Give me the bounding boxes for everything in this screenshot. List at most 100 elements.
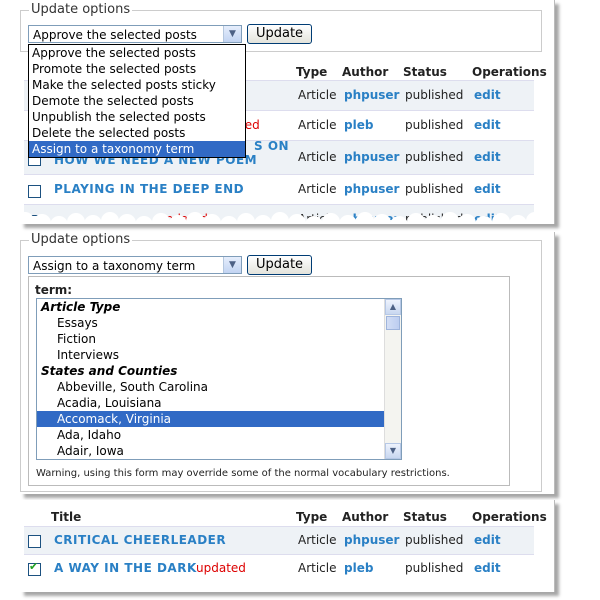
torn-scallop [543,214,554,224]
torn-scallop [424,215,442,224]
edit-link[interactable]: edit [474,182,501,196]
post-author-link[interactable]: phpuser [344,182,399,196]
col-operations-header: Operations [472,65,547,79]
term-label: term: [35,283,73,297]
panel-middle: Update options Assign to a taxonomy term… [20,232,555,494]
dropdown-option[interactable]: Demote the selected posts [29,93,245,109]
torn-scallop [390,216,408,224]
post-author-link[interactable]: phpuser [344,88,399,102]
torn-scallop [271,212,289,224]
operation-select-value: Approve the selected posts [33,28,197,42]
chevron-down-icon[interactable]: ▼ [223,26,241,42]
panel-bottom: Title Type Author Status Operations CRIT… [20,500,555,592]
term-option[interactable]: Accomack, Virginia [37,411,384,427]
torn-scallop [373,214,391,224]
term-option[interactable]: Essays [37,315,401,331]
dropdown-option[interactable]: Make the selected posts sticky [29,77,245,93]
term-option[interactable]: Fiction [37,331,401,347]
term-group-label: Article Type [41,300,121,314]
edit-link[interactable]: edit [474,533,501,547]
dropdown-option[interactable]: Approve the selected posts [29,45,245,61]
torn-scallop [475,216,493,224]
term-option[interactable]: Adair, Iowa [37,443,401,459]
torn-scallop [492,213,510,224]
term-option[interactable]: Interviews [37,347,401,363]
torn-scallop [271,582,289,592]
post-title-link[interactable]: PLAYING IN THE DEEP END [54,182,244,196]
torn-scallop [543,584,554,592]
update-options-legend-2: Update options [29,232,133,247]
torn-scallop [254,215,272,224]
torn-scallop [339,215,357,224]
torn-scallop [424,585,442,592]
chevron-down-icon[interactable]: ▼ [223,257,241,273]
torn-scallop [203,214,221,224]
operation-select-value-2: Assign to a taxonomy term [33,259,196,273]
dropdown-option[interactable]: Promote the selected posts [29,61,245,77]
term-option[interactable]: Abbeville, South Carolina [37,379,401,395]
edit-link[interactable]: edit [474,118,501,132]
torn-scallop [254,585,272,592]
torn-scallop [101,212,119,224]
torn-scallop [220,216,238,224]
edit-link[interactable]: edit [474,88,501,102]
post-author-link[interactable]: pleb [344,561,373,575]
update-button[interactable]: Update [247,24,312,44]
dropdown-option[interactable]: Delete the selected posts [29,125,245,141]
col-author-header-3: Author [342,510,389,524]
scroll-down-icon[interactable]: ▼ [385,443,401,459]
post-title-link[interactable]: S ON [254,139,289,153]
col-title-header: Title [51,510,82,524]
post-title-link[interactable]: A WAY IN THE DARK [54,561,197,575]
update-options-legend: Update options [29,2,133,17]
term-listbox[interactable]: Article Type Essays Fiction Interviews State… [36,298,402,460]
operation-select[interactable]: Approve the selected posts ▼ [28,25,242,43]
edit-link[interactable]: edit [474,561,501,575]
torn-scallop [288,584,306,592]
torn-scallop [50,216,68,224]
torn-scallop [84,585,102,592]
scroll-thumb[interactable] [386,316,400,330]
edit-link[interactable]: edit [474,150,501,164]
torn-scallop [152,213,170,224]
torn-scallop [356,582,374,592]
dropdown-option[interactable]: Unpublish the selected posts [29,109,245,125]
torn-edge-bottom [20,582,554,592]
post-type: Article [298,561,337,575]
post-status: published [405,88,464,102]
torn-scallop [118,214,136,224]
dropdown-option[interactable]: Assign to a taxonomy term [29,141,245,157]
torn-scallop [152,583,170,592]
post-author-link[interactable]: phpuser [344,150,399,164]
listbox-scrollbar[interactable]: ▲ ▼ [384,299,401,459]
post-author-link[interactable]: pleb [344,118,373,132]
torn-scallop [118,584,136,592]
operation-select-2[interactable]: Assign to a taxonomy term ▼ [28,256,242,274]
torn-scallop [33,584,51,592]
torn-scallop [458,214,476,224]
post-status: published [405,150,464,164]
scroll-up-icon[interactable]: ▲ [385,299,401,315]
torn-scallop [407,583,425,592]
term-option[interactable]: Ada, Idaho [37,427,401,443]
post-author-link[interactable]: phpuser [344,533,399,547]
torn-edge [20,212,554,224]
row-checkbox[interactable] [28,560,41,576]
term-group-label: States and Counties [41,364,178,378]
post-status: published [405,118,464,132]
torn-scallop [186,212,204,224]
post-status: published [405,182,464,196]
torn-scallop [322,213,340,224]
row-checkbox[interactable] [28,535,41,548]
torn-scallop [390,586,408,592]
torn-scallop [220,586,238,592]
post-title-link[interactable]: CRITICAL CHEERLEADER [54,533,226,547]
term-option[interactable]: Acadia, Louisiana [37,395,401,411]
row-checkbox[interactable] [28,185,41,198]
col-type-header-3: Type [296,510,328,524]
torn-scallop [475,586,493,592]
post-type: Article [298,533,337,547]
update-button-2[interactable]: Update [247,255,312,275]
torn-scallop [509,215,527,224]
col-operations-header-3: Operations [472,510,547,524]
